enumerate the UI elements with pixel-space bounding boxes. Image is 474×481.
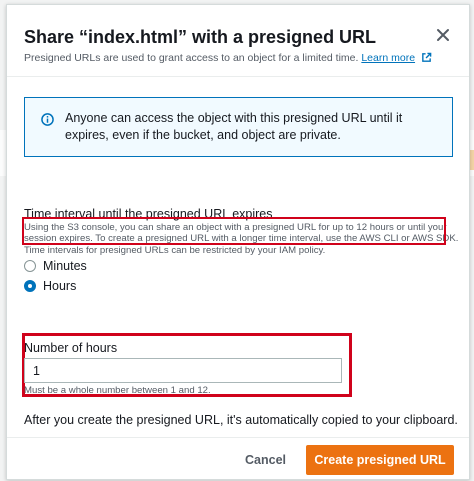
hours-input[interactable]: [24, 358, 342, 383]
create-presigned-url-button[interactable]: Create presigned URL: [306, 445, 454, 475]
info-alert: Anyone can access the object with this p…: [24, 97, 453, 157]
description-line-3: Time intervals for presigned URLs can be…: [24, 245, 326, 256]
cancel-button[interactable]: Cancel: [239, 445, 291, 475]
hours-hint: Must be a whole number between 1 and 12.: [24, 385, 211, 396]
radio-hours[interactable]: Hours: [24, 278, 76, 294]
dialog-subtitle: Presigned URLs are used to grant access …: [24, 52, 432, 64]
highlight-box-description: [22, 217, 446, 245]
radio-button-hours[interactable]: [24, 280, 36, 292]
info-icon: [41, 113, 54, 126]
footer-divider: [7, 437, 469, 438]
radio-minutes[interactable]: Minutes: [24, 258, 87, 274]
dialog-header: Share “index.html” with a presigned URL …: [7, 5, 469, 77]
radio-button-minutes[interactable]: [24, 260, 36, 272]
learn-more-link[interactable]: Learn more: [361, 52, 415, 64]
clipboard-note: After you create the presigned URL, it's…: [24, 413, 458, 427]
radio-label-hours: Hours: [43, 279, 77, 293]
external-link-icon[interactable]: [421, 52, 432, 63]
close-icon[interactable]: [435, 27, 451, 43]
hours-label: Number of hours: [24, 341, 118, 355]
dialog-title: Share “index.html” with a presigned URL: [24, 27, 377, 47]
share-presigned-url-dialog: Share “index.html” with a presigned URL …: [6, 4, 470, 480]
info-alert-text: Anyone can access the object with this p…: [65, 111, 403, 142]
subtitle-text: Presigned URLs are used to grant access …: [24, 52, 359, 64]
radio-label-minutes: Minutes: [43, 259, 87, 273]
